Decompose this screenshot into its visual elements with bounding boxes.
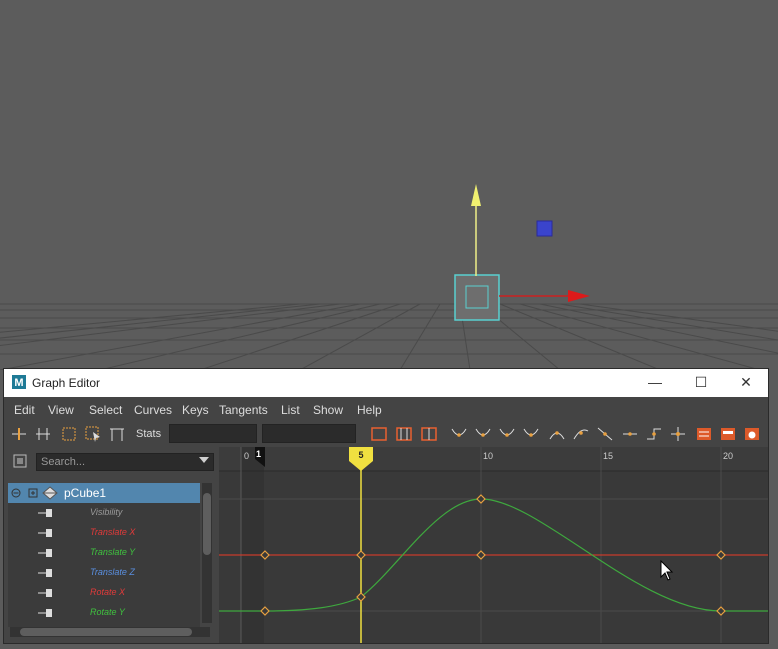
spline-tangent-icon[interactable]	[474, 425, 492, 443]
retime-icon[interactable]	[108, 425, 126, 443]
custom-tangent-icon[interactable]	[522, 425, 540, 443]
expand-icon[interactable]	[28, 488, 38, 498]
attribute-icon	[38, 529, 52, 537]
menu-bar: Edit View Select Curves Keys Tangents Li…	[4, 397, 768, 421]
keyframe	[476, 550, 486, 560]
attribute-icon	[38, 569, 52, 577]
plateau-tangent-icon[interactable]	[572, 425, 590, 443]
toolbar: Stats	[4, 421, 768, 447]
trax-editor-icon[interactable]	[719, 425, 737, 443]
graph-editor-window: M Graph Editor — ☐ ✕ Edit View Select Cu…	[3, 368, 769, 644]
keyframe	[356, 550, 366, 560]
attr-row-rotate-x[interactable]: Rotate X	[8, 583, 200, 603]
attr-label: Rotate X	[90, 587, 126, 597]
attr-row-rotate-y[interactable]: Rotate Y	[8, 603, 200, 623]
stepped-tangent-icon[interactable]	[645, 425, 663, 443]
menu-curves[interactable]: Curves	[134, 403, 172, 417]
attribute-icon	[38, 549, 52, 557]
flat-tangent-icon[interactable]	[621, 425, 639, 443]
keyframe	[716, 550, 726, 560]
dope-sheet-icon[interactable]	[695, 425, 713, 443]
z-axis-handle	[536, 220, 553, 237]
attr-row-visibility[interactable]: Visibility	[8, 503, 200, 523]
tick-label-20: 20	[723, 451, 733, 461]
linear-tangent-icon[interactable]	[596, 425, 614, 443]
lattice-deform-icon[interactable]	[60, 425, 78, 443]
chevron-down-icon[interactable]	[199, 457, 209, 463]
frame-playback-icon[interactable]	[395, 425, 413, 443]
keyframe	[716, 606, 726, 616]
filter-icon[interactable]	[12, 453, 28, 469]
y-axis-handle	[471, 184, 481, 206]
frame-all-icon[interactable]	[370, 425, 388, 443]
tick-label-10: 10	[483, 451, 493, 461]
ground-grid	[0, 303, 778, 371]
time-editor-icon[interactable]	[743, 425, 761, 443]
start-frame-label: 1	[256, 449, 261, 459]
tick-label-0: 0	[244, 451, 249, 461]
outliner-horizontal-scrollbar[interactable]	[10, 627, 210, 637]
attr-label: Translate Y	[90, 547, 136, 557]
auto-tangent-icon[interactable]	[450, 425, 468, 443]
menu-list[interactable]: List	[281, 403, 300, 417]
viewport-3d[interactable]	[0, 0, 778, 371]
title-bar[interactable]: M Graph Editor — ☐ ✕	[4, 369, 768, 397]
maximize-button[interactable]: ☐	[690, 373, 712, 391]
search-placeholder: Search...	[41, 456, 86, 468]
insert-key-icon[interactable]	[34, 425, 52, 443]
attr-row-translate-z[interactable]: Translate Z	[8, 563, 200, 583]
search-input[interactable]: Search...	[36, 453, 214, 471]
attr-label: Visibility	[90, 507, 123, 517]
menu-help[interactable]: Help	[357, 403, 382, 417]
move-key-icon[interactable]	[669, 425, 687, 443]
node-name: pCube1	[64, 486, 107, 500]
smooth-tangent-icon[interactable]	[548, 425, 566, 443]
cube-object	[454, 274, 500, 321]
attr-label: Translate Z	[90, 567, 135, 577]
move-nearest-key-icon[interactable]	[10, 425, 28, 443]
menu-view[interactable]: View	[48, 403, 74, 417]
menu-show[interactable]: Show	[313, 403, 343, 417]
mesh-icon	[42, 486, 58, 500]
clamped-tangent-icon[interactable]	[498, 425, 516, 443]
center-current-time-icon[interactable]	[420, 425, 438, 443]
outliner-vertical-scrollbar[interactable]	[202, 483, 212, 623]
outliner-tree: pCube1 Visibility Translate X Translate …	[8, 483, 200, 627]
close-button[interactable]: ✕	[735, 373, 757, 391]
attribute-icon	[38, 589, 52, 597]
attr-row-translate-y[interactable]: Translate Y	[8, 543, 200, 563]
region-select-icon[interactable]	[84, 425, 102, 443]
graph-canvas[interactable]: 0 10 15 20 1 5	[219, 447, 768, 643]
attribute-icon	[38, 609, 52, 617]
scroll-thumb[interactable]	[203, 493, 211, 555]
mouse-cursor-icon	[660, 560, 674, 581]
current-time-label: 5	[358, 450, 363, 460]
stats-field-value[interactable]	[262, 424, 356, 443]
minimize-button[interactable]: —	[644, 373, 666, 391]
attr-label: Translate X	[90, 527, 136, 537]
collapse-icon[interactable]	[11, 488, 21, 498]
menu-select[interactable]: Select	[89, 403, 122, 417]
scroll-thumb[interactable]	[20, 628, 192, 636]
maya-logo-icon: M	[12, 375, 26, 389]
keyframe	[476, 494, 486, 504]
svg-text:M: M	[14, 377, 23, 389]
graph-view[interactable]: 0 10 15 20 1 5	[219, 447, 768, 643]
menu-edit[interactable]: Edit	[14, 403, 35, 417]
outliner-panel: Search... pCube1 Visibility Translate X …	[6, 447, 214, 643]
menu-tangents[interactable]: Tangents	[219, 403, 268, 417]
tick-label-15: 15	[603, 451, 613, 461]
viewport-scene	[0, 184, 778, 371]
stats-label: Stats	[136, 428, 162, 440]
attr-row-translate-x[interactable]: Translate X	[8, 523, 200, 543]
menu-keys[interactable]: Keys	[182, 403, 209, 417]
attr-label: Rotate Y	[90, 607, 125, 617]
stats-field-time[interactable]	[169, 424, 257, 443]
tree-node-pcube1[interactable]: pCube1	[8, 483, 200, 503]
window-title: Graph Editor	[32, 376, 101, 390]
attribute-icon	[38, 509, 52, 517]
x-axis-handle	[568, 290, 590, 302]
